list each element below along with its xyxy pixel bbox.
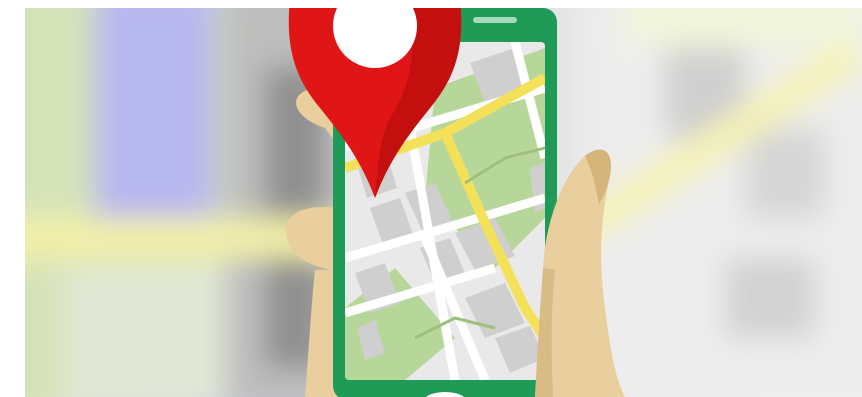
illustration — [25, 8, 862, 397]
image-canvas — [0, 0, 862, 397]
illustration-svg — [25, 8, 862, 397]
phone-speaker — [473, 17, 517, 23]
